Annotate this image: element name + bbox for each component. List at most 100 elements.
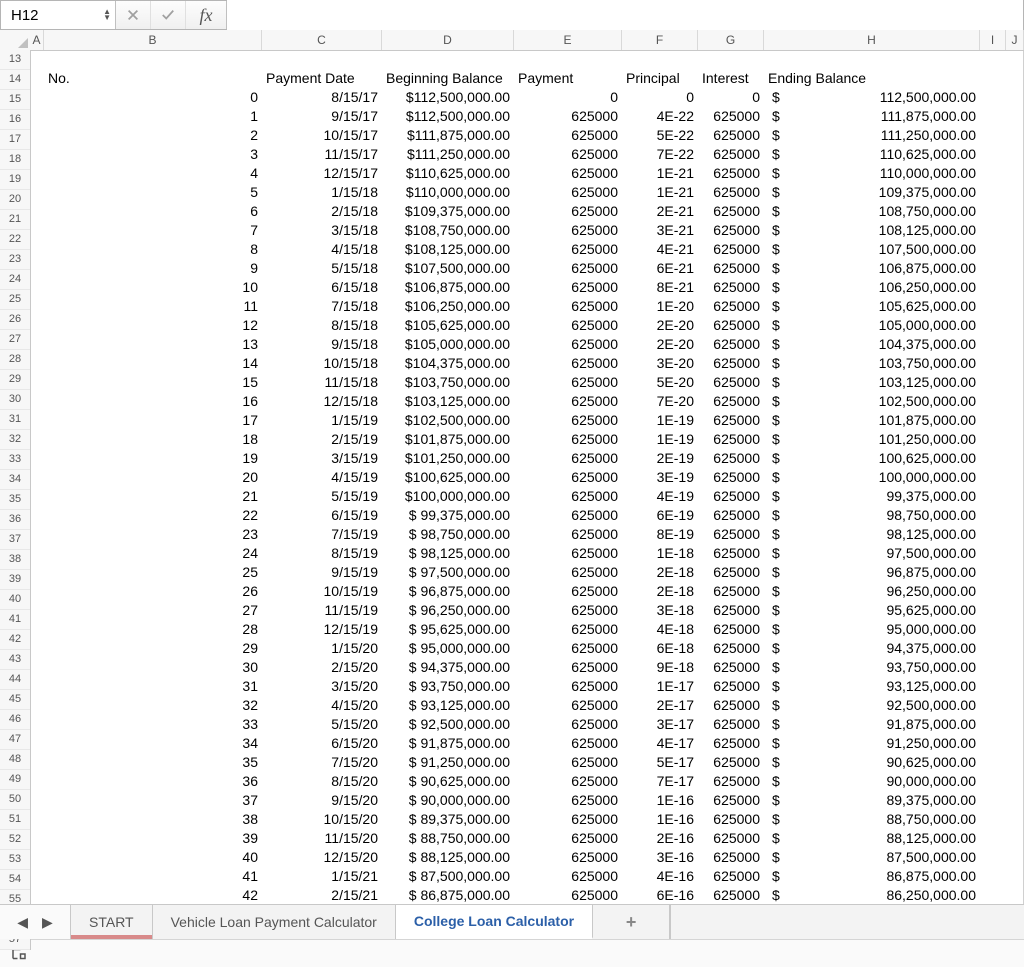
cell-principal[interactable]: 2E-16 [622,829,698,848]
cell-beginning-balance[interactable]: $ 93,125,000.00 [382,696,514,715]
cell-payment-date[interactable]: 7/15/19 [262,525,382,544]
cell-ending-balance[interactable]: $111,250,000.00 [764,126,980,145]
cell-beginning-balance[interactable]: $100,000,000.00 [382,487,514,506]
cell-interest[interactable]: 625000 [698,392,764,411]
cell-interest[interactable]: 625000 [698,639,764,658]
cell-ending-balance[interactable]: $91,875,000.00 [764,715,980,734]
cell-no[interactable]: 37 [44,791,262,810]
cell-payment-date[interactable]: 11/15/20 [262,829,382,848]
cell-payment[interactable]: 625000 [514,221,622,240]
row-header-27[interactable]: 27 [0,330,30,350]
cell-payment-date[interactable]: 8/15/19 [262,544,382,563]
cell-interest[interactable]: 625000 [698,468,764,487]
row-header-14[interactable]: 14 [0,70,30,90]
cell-ending-balance[interactable]: $103,750,000.00 [764,354,980,373]
cell-interest[interactable]: 625000 [698,145,764,164]
cell-payment-date[interactable]: 5/15/20 [262,715,382,734]
cell-ending-balance[interactable]: $106,250,000.00 [764,278,980,297]
cell-interest[interactable]: 625000 [698,430,764,449]
cell-principal[interactable]: 8E-21 [622,278,698,297]
cell-no[interactable]: 35 [44,753,262,772]
cell-ending-balance[interactable]: $86,250,000.00 [764,886,980,905]
header-payment-date[interactable]: Payment Date [262,69,382,88]
tab-scroll-area[interactable] [670,905,1024,939]
row-header-35[interactable]: 35 [0,490,30,510]
cell-payment[interactable]: 625000 [514,601,622,620]
cell-beginning-balance[interactable]: $104,375,000.00 [382,354,514,373]
cell-ending-balance[interactable]: $95,000,000.00 [764,620,980,639]
row-header-39[interactable]: 39 [0,570,30,590]
cell-ending-balance[interactable]: $102,500,000.00 [764,392,980,411]
cell-ending-balance[interactable]: $90,000,000.00 [764,772,980,791]
cell-payment-date[interactable]: 3/15/20 [262,677,382,696]
cell-principal[interactable]: 5E-20 [622,373,698,392]
cell-principal[interactable]: 3E-17 [622,715,698,734]
row-header-36[interactable]: 36 [0,510,30,530]
cell-principal[interactable]: 2E-19 [622,449,698,468]
cell-payment[interactable]: 625000 [514,639,622,658]
cell-interest[interactable]: 0 [698,88,764,107]
row-header-44[interactable]: 44 [0,670,30,690]
cell-beginning-balance[interactable]: $110,625,000.00 [382,164,514,183]
cell-beginning-balance[interactable]: $112,500,000.00 [382,107,514,126]
row-header-34[interactable]: 34 [0,470,30,490]
row-header-46[interactable]: 46 [0,710,30,730]
cell-payment[interactable]: 625000 [514,145,622,164]
cell-no[interactable]: 4 [44,164,262,183]
cell-no[interactable]: 25 [44,563,262,582]
row-header-18[interactable]: 18 [0,150,30,170]
cell-payment[interactable]: 625000 [514,810,622,829]
row-header-21[interactable]: 21 [0,210,30,230]
cell-ending-balance[interactable]: $108,125,000.00 [764,221,980,240]
cell-principal[interactable]: 6E-19 [622,506,698,525]
cell-beginning-balance[interactable]: $ 98,125,000.00 [382,544,514,563]
cell-ending-balance[interactable]: $88,750,000.00 [764,810,980,829]
row-header-50[interactable]: 50 [0,790,30,810]
cell-payment[interactable]: 625000 [514,297,622,316]
cell-ending-balance[interactable]: $104,375,000.00 [764,335,980,354]
cell-payment[interactable]: 625000 [514,867,622,886]
cell-beginning-balance[interactable]: $111,875,000.00 [382,126,514,145]
cell-principal[interactable]: 7E-17 [622,772,698,791]
cell-beginning-balance[interactable]: $102,500,000.00 [382,411,514,430]
row-header-15[interactable]: 15 [0,90,30,110]
fx-button[interactable]: fx [186,1,227,29]
cell-interest[interactable]: 625000 [698,620,764,639]
cell-payment[interactable]: 625000 [514,753,622,772]
cell-payment[interactable]: 625000 [514,411,622,430]
row-header-26[interactable]: 26 [0,310,30,330]
cell-no[interactable]: 14 [44,354,262,373]
cell-principal[interactable]: 7E-22 [622,145,698,164]
cell-interest[interactable]: 625000 [698,354,764,373]
cell-ending-balance[interactable]: $98,750,000.00 [764,506,980,525]
cell-payment-date[interactable]: 1/15/18 [262,183,382,202]
cell-principal[interactable]: 4E-22 [622,107,698,126]
cell-payment-date[interactable]: 7/15/18 [262,297,382,316]
row-header-13[interactable]: 13 [0,50,30,70]
cell-payment-date[interactable]: 2/15/21 [262,886,382,905]
row-header-47[interactable]: 47 [0,730,30,750]
cell-interest[interactable]: 625000 [698,107,764,126]
cell-payment[interactable]: 625000 [514,126,622,145]
cell-payment-date[interactable]: 1/15/20 [262,639,382,658]
cell-ending-balance[interactable]: $95,625,000.00 [764,601,980,620]
row-header-25[interactable]: 25 [0,290,30,310]
cell-interest[interactable]: 625000 [698,810,764,829]
cell-no[interactable]: 34 [44,734,262,753]
cell-payment[interactable]: 0 [514,88,622,107]
cell-beginning-balance[interactable]: $ 94,375,000.00 [382,658,514,677]
cell-payment-date[interactable]: 4/15/18 [262,240,382,259]
cell-ending-balance[interactable]: $105,000,000.00 [764,316,980,335]
cell-principal[interactable]: 7E-20 [622,392,698,411]
cell-ending-balance[interactable]: $86,875,000.00 [764,867,980,886]
cell-ending-balance[interactable]: $92,500,000.00 [764,696,980,715]
sheet-tab[interactable]: Vehicle Loan Payment Calculator [153,905,396,939]
cell-ending-balance[interactable]: $111,875,000.00 [764,107,980,126]
cell-payment[interactable]: 625000 [514,715,622,734]
cell-ending-balance[interactable]: $99,375,000.00 [764,487,980,506]
cell-payment[interactable]: 625000 [514,430,622,449]
cell-no[interactable]: 1 [44,107,262,126]
cell-interest[interactable]: 625000 [698,658,764,677]
cell-interest[interactable]: 625000 [698,126,764,145]
cell-payment-date[interactable]: 9/15/17 [262,107,382,126]
